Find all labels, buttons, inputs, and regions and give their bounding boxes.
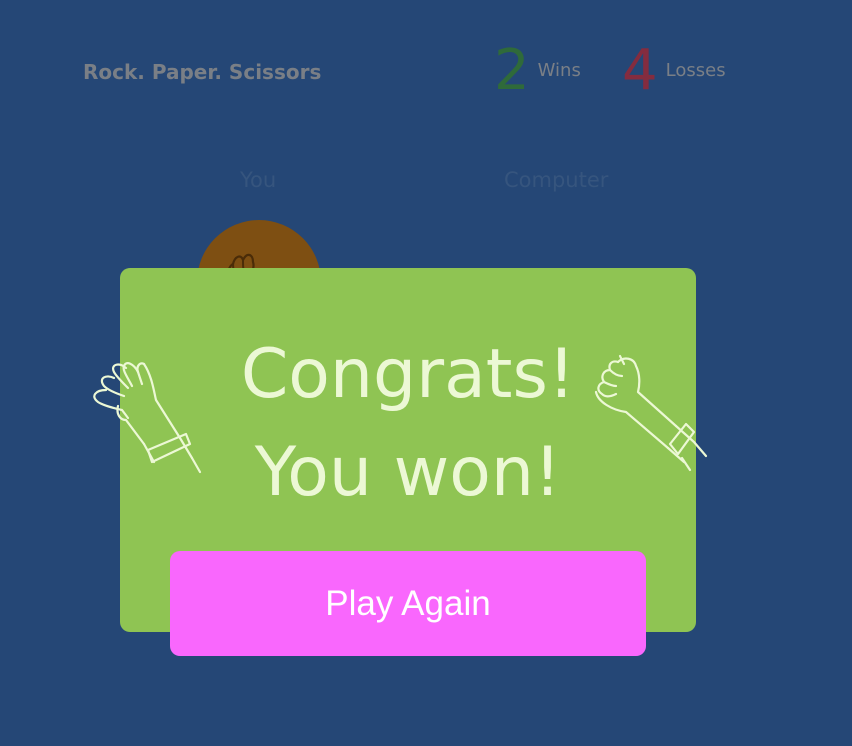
losses-counter: 4 Losses — [622, 38, 726, 104]
wins-count: 2 — [494, 38, 530, 103]
wins-label: Wins — [537, 60, 581, 81]
fist-hand-icon — [594, 354, 708, 472]
game-title: Rock. Paper. Scissors — [83, 60, 322, 84]
losses-label: Losses — [665, 60, 726, 81]
waving-hand-icon — [93, 362, 202, 474]
computer-label: Computer — [504, 168, 609, 192]
play-again-button[interactable]: Play Again — [170, 551, 646, 656]
losses-count: 4 — [622, 38, 658, 103]
wins-counter: 2 Wins — [494, 38, 581, 104]
you-label: You — [240, 168, 277, 192]
